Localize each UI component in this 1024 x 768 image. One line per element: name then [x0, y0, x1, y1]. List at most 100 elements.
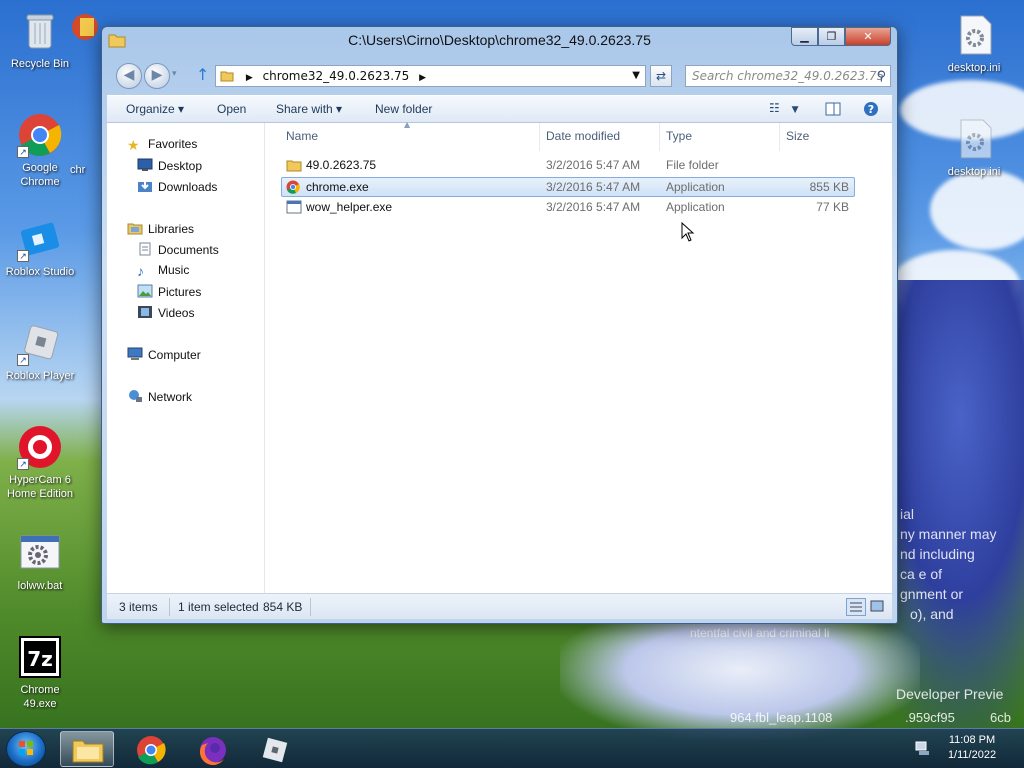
firefox-icon: [199, 737, 226, 766]
file-row[interactable]: 49.0.2623.75 3/2/2016 5:47 AM File folde…: [281, 156, 855, 176]
nav-music[interactable]: ♪ Music: [137, 263, 189, 279]
bg-text: ca e of: [900, 566, 943, 582]
taskbar-roblox-button[interactable]: [248, 731, 302, 767]
nav-pictures[interactable]: Pictures: [137, 284, 201, 299]
desktop-icon-label: Chrome 49.exe: [20, 684, 60, 710]
file-type: File folder: [666, 158, 719, 172]
desktop-icon-roblox-player[interactable]: ↗ Roblox Player: [0, 320, 80, 383]
file-size: 855 KB: [809, 180, 849, 194]
nav-computer[interactable]: Computer: [127, 347, 201, 362]
nav-desktop[interactable]: Desktop: [137, 158, 202, 173]
bg-text: ntentfal civil and criminal li: [690, 626, 830, 640]
minimize-button[interactable]: ▁: [791, 27, 818, 46]
bg-text: Developer Previe: [896, 686, 1004, 702]
explorer-window[interactable]: C:\Users\Cirno\Desktop\chrome32_49.0.262…: [101, 26, 898, 624]
network-globe-icon: [127, 389, 143, 403]
search-icon[interactable]: ⚲: [876, 67, 886, 87]
organize-button[interactable]: Organize ▾: [126, 102, 184, 116]
file-type: Application: [666, 200, 725, 214]
new-folder-button[interactable]: New folder: [375, 102, 432, 116]
batch-file-gear-icon: [17, 530, 63, 576]
libraries-icon: [127, 221, 143, 235]
status-divider: [169, 598, 170, 616]
forward-button[interactable]: ▶: [144, 63, 170, 89]
column-header-date-modified[interactable]: Date modified: [540, 123, 660, 151]
file-size: 77 KB: [816, 200, 849, 214]
breadcrumb-separator-icon: ▶: [245, 73, 253, 83]
recent-pages-dropdown[interactable]: ▾: [172, 69, 177, 79]
file-name: 49.0.2623.75: [306, 158, 377, 172]
address-bar[interactable]: ▶ chrome32_49.0.2623.75 ▶ ▼: [215, 65, 646, 87]
nav-network[interactable]: Network: [127, 389, 192, 404]
desktop-icon-hypercam[interactable]: ↗ HyperCam 6 Home Edition: [0, 424, 80, 501]
network-tray-icon[interactable]: [914, 740, 930, 759]
title-bar[interactable]: C:\Users\Cirno\Desktop\chrome32_49.0.262…: [102, 27, 897, 55]
refresh-icon: ⇄: [655, 69, 667, 83]
start-button[interactable]: [6, 731, 46, 767]
system-clock[interactable]: 11:08 PM 1/11/2022: [932, 733, 1012, 763]
taskbar-explorer-button[interactable]: [60, 731, 114, 767]
nav-downloads[interactable]: Downloads: [137, 179, 217, 194]
documents-icon: [137, 242, 153, 256]
hypercam-icon: ↗: [17, 424, 63, 470]
folder-icon: [286, 158, 302, 178]
status-divider: [310, 598, 311, 616]
back-button[interactable]: ◀: [116, 63, 142, 89]
refresh-button[interactable]: ⇄: [650, 65, 672, 87]
column-header-type[interactable]: Type: [660, 123, 780, 151]
up-button[interactable]: ↑: [196, 65, 209, 84]
clock-date: 1/11/2022: [947, 749, 997, 761]
navigation-row: ◀ ▶ ▾ ↑ ▶ chrome32_49.0.2623.75 ▶ ▼ ⇄ Se…: [110, 63, 891, 89]
chevron-down-icon: ▼: [791, 105, 799, 115]
nav-favorites[interactable]: ★ Favorites: [127, 137, 197, 153]
shortcut-arrow-icon: ↗: [17, 458, 29, 470]
nav-documents[interactable]: Documents: [137, 242, 219, 257]
column-header-name[interactable]: Name: [280, 123, 540, 151]
preview-pane-icon: [825, 102, 841, 116]
breadcrumb-chevron-icon[interactable]: ▶: [419, 73, 426, 83]
command-bar: Organize ▾ Open Share with ▾ New folder …: [107, 95, 892, 123]
details-view-button[interactable]: [846, 598, 866, 616]
app-icon: [70, 12, 100, 42]
desktop-icon-lolww-bat[interactable]: lolww.bat: [0, 530, 80, 593]
open-button[interactable]: Open: [217, 102, 246, 116]
navigation-pane[interactable]: ★ Favorites Desktop Downloads Libraries D…: [107, 123, 265, 593]
share-with-button[interactable]: Share with ▾: [276, 102, 342, 116]
maximize-button[interactable]: ❐: [818, 27, 845, 46]
desktop-icon-label: lolww.bat: [17, 580, 63, 592]
help-button[interactable]: ?: [863, 101, 879, 120]
file-list[interactable]: ▲ Name Date modified Type Size 49.0.2623…: [266, 120, 892, 593]
nav-videos[interactable]: Videos: [137, 305, 194, 320]
bg-text: nd including: [900, 546, 975, 562]
bg-text: 964.fbl_leap.1108: [730, 710, 833, 725]
computer-icon: [127, 347, 143, 361]
preview-pane-button[interactable]: [825, 101, 841, 120]
desktop-icon-chrome49-exe[interactable]: 7z Chrome 49.exe: [0, 634, 80, 711]
status-selected: 1 item selected: [178, 600, 259, 614]
change-view-button[interactable]: ☷ ▼: [769, 101, 799, 115]
bg-text: .959cf95: [905, 710, 955, 725]
close-button[interactable]: ✕: [845, 27, 891, 46]
search-input[interactable]: Search chrome32_49.0.2623.75 ⚲: [685, 65, 891, 87]
file-type: Application: [666, 180, 725, 194]
file-row-selected[interactable]: chrome.exe 3/2/2016 5:47 AM Application …: [281, 177, 855, 197]
roblox-studio-icon: ↗: [17, 216, 63, 262]
taskbar-firefox-button[interactable]: [186, 731, 240, 767]
breadcrumb-current[interactable]: chrome32_49.0.2623.75: [263, 69, 410, 83]
file-name: chrome.exe: [306, 180, 369, 194]
recycle-bin-icon: [17, 8, 63, 54]
taskbar-chrome-button[interactable]: [124, 731, 178, 767]
address-dropdown-icon[interactable]: ▼: [632, 66, 640, 86]
nav-libraries[interactable]: Libraries: [127, 221, 194, 236]
file-date: 3/2/2016 5:47 AM: [546, 200, 641, 214]
desktop-icon-roblox-studio[interactable]: ↗ Roblox Studio: [0, 216, 80, 279]
shortcut-arrow-icon: ↗: [17, 354, 29, 366]
column-header-size[interactable]: Size: [780, 123, 858, 151]
desktop-icon-desktop-ini-2[interactable]: desktop.ini: [934, 116, 1014, 179]
desktop-icon-label: Roblox Studio: [5, 266, 75, 278]
desktop-icon-google-chrome[interactable]: ↗ Google Chrome: [0, 112, 80, 189]
large-icons-view-button[interactable]: [869, 598, 887, 616]
file-row[interactable]: wow_helper.exe 3/2/2016 5:47 AM Applicat…: [281, 198, 855, 218]
videos-film-icon: [137, 305, 153, 319]
desktop-icon-desktop-ini[interactable]: desktop.ini: [934, 12, 1014, 75]
